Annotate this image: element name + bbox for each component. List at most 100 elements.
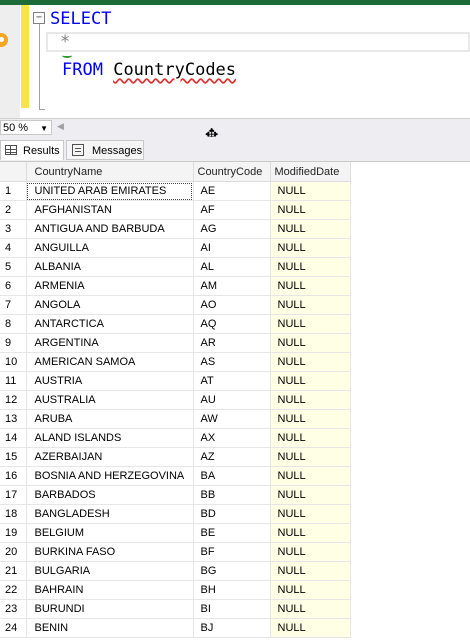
row-number-cell[interactable]: 6: [0, 276, 27, 296]
table-row[interactable]: 3 ANTIGUA AND BARBUDA AG NULL: [0, 219, 351, 239]
country-code-cell[interactable]: BJ: [193, 618, 271, 638]
modified-date-cell[interactable]: NULL: [270, 181, 351, 201]
country-name-cell[interactable]: ARUBA: [26, 409, 194, 429]
row-number-cell[interactable]: 5: [0, 257, 27, 277]
table-row[interactable]: 8 ANTARCTICA AQ NULL: [0, 314, 351, 334]
modified-date-cell[interactable]: NULL: [270, 371, 351, 391]
scroll-left-icon[interactable]: ◀: [57, 121, 64, 132]
country-name-cell[interactable]: BELGIUM: [26, 523, 194, 543]
country-code-cell[interactable]: AZ: [193, 447, 271, 467]
table-row[interactable]: 17 BARBADOS BB NULL: [0, 485, 351, 505]
country-name-cell[interactable]: ARMENIA: [26, 276, 194, 296]
country-name-cell[interactable]: AUSTRALIA: [26, 390, 194, 410]
table-row[interactable]: 6 ARMENIA AM NULL: [0, 276, 351, 296]
modified-date-cell[interactable]: NULL: [270, 523, 351, 543]
country-code-cell[interactable]: BA: [193, 466, 271, 486]
modified-date-cell[interactable]: NULL: [270, 504, 351, 524]
results-grid[interactable]: CountryName CountryCode ModifiedDate 1 UN…: [0, 162, 470, 641]
table-row[interactable]: 5 ALBANIA AL NULL: [0, 257, 351, 277]
table-row[interactable]: 11 AUSTRIA AT NULL: [0, 371, 351, 391]
country-code-cell[interactable]: AR: [193, 333, 271, 353]
row-number-cell[interactable]: 11: [0, 371, 27, 391]
country-code-cell[interactable]: AL: [193, 257, 271, 277]
country-name-cell[interactable]: BANGLADESH: [26, 504, 194, 524]
table-row[interactable]: 4 ANGUILLA AI NULL: [0, 238, 351, 258]
table-row[interactable]: 24 BENIN BJ NULL: [0, 618, 351, 638]
table-row[interactable]: 15 AZERBAIJAN AZ NULL: [0, 447, 351, 467]
country-code-cell[interactable]: AE: [193, 181, 271, 201]
country-name-cell[interactable]: BULGARIA: [26, 561, 194, 581]
country-code-cell[interactable]: AQ: [193, 314, 271, 334]
table-row[interactable]: 18 BANGLADESH BD NULL: [0, 504, 351, 524]
country-code-cell[interactable]: AW: [193, 409, 271, 429]
row-number-cell[interactable]: 8: [0, 314, 27, 334]
row-number-cell[interactable]: 10: [0, 352, 27, 372]
modified-date-cell[interactable]: NULL: [270, 485, 351, 505]
country-code-cell[interactable]: BE: [193, 523, 271, 543]
column-header-countryname[interactable]: CountryName: [26, 162, 194, 182]
country-code-cell[interactable]: BG: [193, 561, 271, 581]
row-number-cell[interactable]: 21: [0, 561, 27, 581]
modified-date-cell[interactable]: NULL: [270, 618, 351, 638]
country-name-cell[interactable]: ANGUILLA: [26, 238, 194, 258]
country-name-cell[interactable]: AMERICAN SAMOA: [26, 352, 194, 372]
modified-date-cell[interactable]: NULL: [270, 580, 351, 600]
row-number-cell[interactable]: 18: [0, 504, 27, 524]
modified-date-cell[interactable]: NULL: [270, 409, 351, 429]
country-name-cell[interactable]: BURKINA FASO: [26, 542, 194, 562]
country-name-cell[interactable]: BURUNDI: [26, 599, 194, 619]
country-name-cell[interactable]: BARBADOS: [26, 485, 194, 505]
table-row[interactable]: 10 AMERICAN SAMOA AS NULL: [0, 352, 351, 372]
table-row[interactable]: 9 ARGENTINA AR NULL: [0, 333, 351, 353]
country-name-cell[interactable]: AUSTRIA: [26, 371, 194, 391]
column-header-modifieddate[interactable]: ModifiedDate: [270, 162, 351, 182]
column-header-countrycode[interactable]: CountryCode: [193, 162, 271, 182]
tab-results[interactable]: Results: [0, 140, 64, 160]
modified-date-cell[interactable]: NULL: [270, 238, 351, 258]
country-code-cell[interactable]: AM: [193, 276, 271, 296]
table-row[interactable]: 23 BURUNDI BI NULL: [0, 599, 351, 619]
tab-messages[interactable]: Messages: [66, 140, 144, 160]
modified-date-cell[interactable]: NULL: [270, 352, 351, 372]
row-number-cell[interactable]: 22: [0, 580, 27, 600]
table-row[interactable]: 12 AUSTRALIA AU NULL: [0, 390, 351, 410]
modified-date-cell[interactable]: NULL: [270, 542, 351, 562]
country-code-cell[interactable]: AO: [193, 295, 271, 315]
modified-date-cell[interactable]: NULL: [270, 447, 351, 467]
row-number-cell[interactable]: 9: [0, 333, 27, 353]
country-name-cell[interactable]: AFGHANISTAN: [26, 200, 194, 220]
modified-date-cell[interactable]: NULL: [270, 295, 351, 315]
country-code-cell[interactable]: AS: [193, 352, 271, 372]
modified-date-cell[interactable]: NULL: [270, 466, 351, 486]
table-row[interactable]: 1 UNITED ARAB EMIRATES AE NULL: [0, 181, 351, 201]
country-name-cell[interactable]: ALBANIA: [26, 257, 194, 277]
row-number-cell[interactable]: 19: [0, 523, 27, 543]
modified-date-cell[interactable]: NULL: [270, 314, 351, 334]
row-number-cell[interactable]: 1: [0, 181, 27, 201]
country-code-cell[interactable]: AX: [193, 428, 271, 448]
country-name-cell[interactable]: ANTARCTICA: [26, 314, 194, 334]
row-number-header[interactable]: [0, 162, 27, 182]
country-code-cell[interactable]: BI: [193, 599, 271, 619]
row-number-cell[interactable]: 16: [0, 466, 27, 486]
modified-date-cell[interactable]: NULL: [270, 276, 351, 296]
table-row[interactable]: 14 ALAND ISLANDS AX NULL: [0, 428, 351, 448]
country-name-cell[interactable]: AZERBAIJAN: [26, 447, 194, 467]
country-code-cell[interactable]: BB: [193, 485, 271, 505]
modified-date-cell[interactable]: NULL: [270, 599, 351, 619]
country-code-cell[interactable]: BF: [193, 542, 271, 562]
modified-date-cell[interactable]: NULL: [270, 200, 351, 220]
table-row[interactable]: 21 BULGARIA BG NULL: [0, 561, 351, 581]
country-code-cell[interactable]: BH: [193, 580, 271, 600]
row-number-cell[interactable]: 20: [0, 542, 27, 562]
country-name-cell[interactable]: ANGOLA: [26, 295, 194, 315]
collapse-icon[interactable]: −: [33, 12, 45, 24]
country-name-cell[interactable]: ALAND ISLANDS: [26, 428, 194, 448]
country-code-cell[interactable]: AT: [193, 371, 271, 391]
zoom-dropdown[interactable]: 50 % ▼: [0, 120, 52, 135]
country-name-cell[interactable]: UNITED ARAB EMIRATES: [26, 181, 194, 201]
country-name-cell[interactable]: ARGENTINA: [26, 333, 194, 353]
modified-date-cell[interactable]: NULL: [270, 561, 351, 581]
row-number-cell[interactable]: 14: [0, 428, 27, 448]
country-name-cell[interactable]: BAHRAIN: [26, 580, 194, 600]
